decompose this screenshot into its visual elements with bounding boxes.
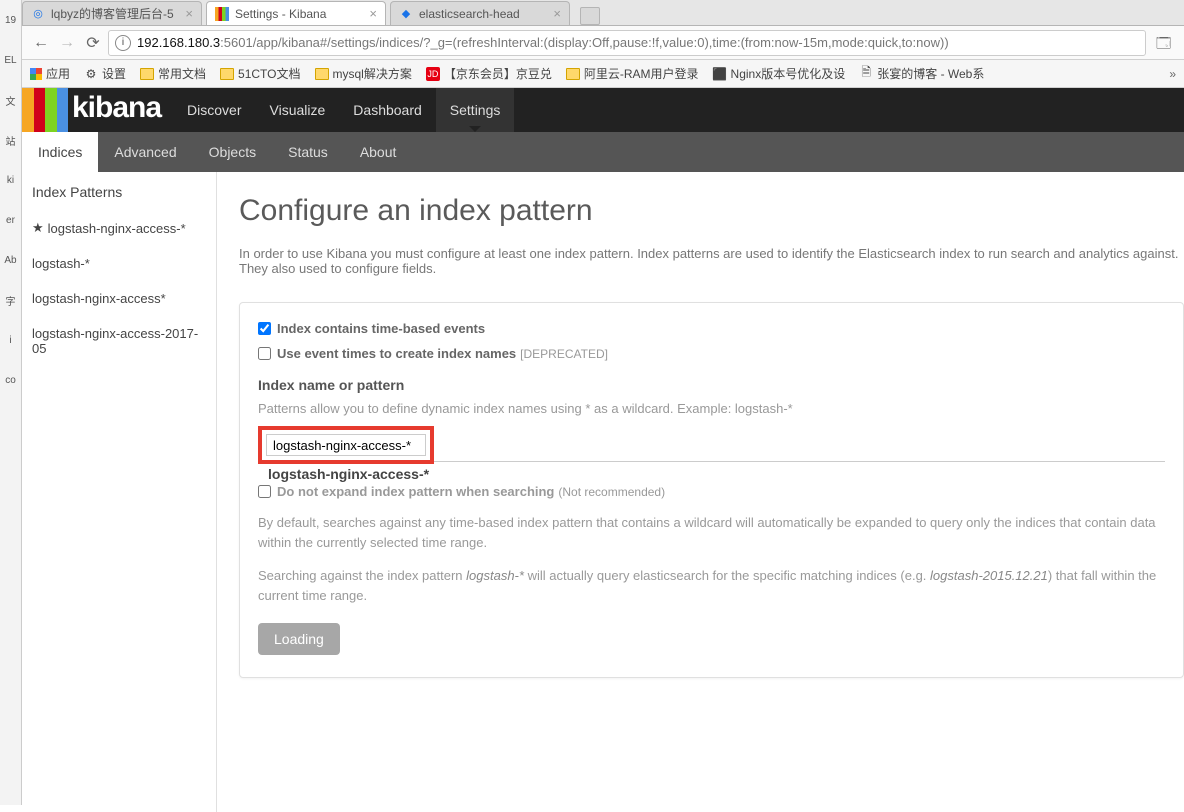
kibana-logo-bars-icon (22, 88, 68, 132)
strip-item: co (0, 360, 21, 400)
sidebar-header: Index Patterns (22, 172, 216, 210)
bookmark-item[interactable]: ⬛Nginx版本号优化及设 (713, 65, 846, 82)
bookmark-item[interactable]: 常用文档 (140, 65, 206, 82)
index-name-input[interactable] (266, 434, 426, 456)
gear-icon: ⚙ (84, 67, 98, 81)
jd-icon: JD (426, 67, 440, 81)
settings-subnav: Indices Advanced Objects Status About (22, 132, 1184, 172)
close-tab-icon[interactable]: × (185, 6, 193, 21)
kibana-nav: Discover Visualize Dashboard Settings (173, 88, 514, 132)
event-times-checkbox[interactable] (258, 347, 271, 360)
page-icon: 🗎 (859, 67, 873, 81)
subnav-indices[interactable]: Indices (22, 132, 98, 172)
nav-discover[interactable]: Discover (173, 88, 255, 132)
nav-visualize[interactable]: Visualize (256, 88, 340, 132)
strip-item: 字 (0, 280, 21, 320)
browser-tabstrip: ◎ lqbyz的博客管理后台-5 × Settings - Kibana × ◆… (22, 0, 1184, 26)
folder-icon (315, 67, 329, 81)
kibana-main: Configure an index pattern In order to u… (217, 172, 1184, 812)
strip-item: 文 (0, 80, 21, 120)
tab-title: elasticsearch-head (419, 7, 547, 21)
subnav-objects[interactable]: Objects (193, 132, 272, 172)
sidebar-item[interactable]: ★logstash-nginx-access-* (22, 210, 216, 246)
page-intro: In order to use Kibana you must configur… (239, 246, 1184, 276)
browser-tab[interactable]: Settings - Kibana × (206, 1, 386, 25)
folder-icon (220, 67, 234, 81)
help-paragraph-2: Searching against the index pattern logs… (258, 566, 1165, 605)
url-path: /app/kibana#/settings/indices/?_g=(refre… (253, 35, 949, 50)
close-tab-icon[interactable]: × (553, 6, 561, 21)
index-suggestion[interactable]: logstash-nginx-access-* (268, 466, 1165, 482)
subnav-status[interactable]: Status (272, 132, 344, 172)
time-based-checkbox[interactable] (258, 322, 271, 335)
browser-tab[interactable]: ◎ lqbyz的博客管理后台-5 × (22, 1, 202, 25)
forward-button[interactable]: → (56, 32, 78, 54)
sidebar-item[interactable]: logstash-nginx-access* (22, 281, 216, 316)
site-info-icon[interactable]: i (115, 35, 131, 51)
tab-title: lqbyz的博客管理后台-5 (51, 5, 179, 22)
back-button[interactable]: ← (30, 32, 52, 54)
close-tab-icon[interactable]: × (369, 6, 377, 21)
kibana-body: Index Patterns ★logstash-nginx-access-* … (22, 172, 1184, 812)
url-host: 192.168.180.3 (137, 35, 220, 50)
reload-button[interactable]: ⟳ (82, 32, 104, 54)
new-tab-button[interactable] (580, 7, 600, 25)
folder-icon (140, 67, 154, 81)
translate-icon[interactable]: 🗔 (1156, 33, 1176, 53)
star-icon: ★ (32, 220, 44, 236)
page-title: Configure an index pattern (239, 194, 1184, 228)
index-pattern-form: Index contains time-based events Use eve… (239, 302, 1184, 678)
loading-button[interactable]: Loading (258, 623, 340, 655)
index-name-hint: Patterns allow you to define dynamic ind… (258, 401, 1165, 416)
kibana-logo[interactable]: kibana (22, 88, 173, 132)
strip-item: 站 (0, 120, 21, 160)
strip-item: EL (0, 40, 21, 80)
address-bar[interactable]: i 192.168.180.3:5601/app/kibana#/setting… (108, 30, 1146, 56)
sidebar-item[interactable]: logstash-nginx-access-2017-05 (22, 316, 216, 366)
index-name-label: Index name or pattern (258, 377, 1165, 393)
strip-item: i (0, 320, 21, 360)
left-window-strip: 19 EL 文 站 ki er Ab 字 i co (0, 0, 22, 805)
favicon-icon (215, 7, 229, 21)
strip-item: Ab (0, 240, 21, 280)
kibana-logo-text: kibana (72, 91, 161, 125)
tab-title: Settings - Kibana (235, 7, 363, 21)
index-name-input-highlight (258, 426, 434, 464)
bookmarks-overflow-icon[interactable]: » (1169, 67, 1176, 81)
subnav-advanced[interactable]: Advanced (98, 132, 192, 172)
nav-settings[interactable]: Settings (436, 88, 515, 132)
bookmark-item[interactable]: 阿里云-RAM用户登录 (566, 65, 699, 82)
browser-tab[interactable]: ◆ elasticsearch-head × (390, 1, 570, 25)
bookmark-item[interactable]: mysql解决方案 (315, 65, 412, 82)
bookmark-apps[interactable]: 应用 (30, 65, 70, 82)
index-patterns-sidebar: Index Patterns ★logstash-nginx-access-* … (22, 172, 217, 812)
bookmark-item[interactable]: 51CTO文档 (220, 65, 300, 82)
folder-icon (566, 67, 580, 81)
subnav-about[interactable]: About (344, 132, 413, 172)
checkbox-no-expand[interactable]: Do not expand index pattern when searchi… (258, 484, 1165, 499)
apps-icon (30, 68, 42, 80)
kibana-header: kibana Discover Visualize Dashboard Sett… (22, 88, 1184, 132)
bookmark-item[interactable]: 🗎张宴的博客 - Web系 (859, 65, 984, 82)
bookmarks-bar: 应用 ⚙设置 常用文档 51CTO文档 mysql解决方案 JD【京东会员】京豆… (22, 60, 1184, 88)
nginx-icon: ⬛ (713, 67, 727, 81)
nav-dashboard[interactable]: Dashboard (339, 88, 436, 132)
no-expand-checkbox[interactable] (258, 485, 271, 498)
strip-item: 19 (0, 0, 21, 40)
checkbox-event-times[interactable]: Use event times to create index names [D… (258, 346, 1165, 361)
favicon-icon: ◎ (31, 7, 45, 21)
sidebar-item[interactable]: logstash-* (22, 246, 216, 281)
bookmark-item[interactable]: JD【京东会员】京豆兑 (426, 65, 552, 82)
url-port: :5601 (220, 35, 253, 50)
browser-toolbar: ← → ⟳ i 192.168.180.3:5601/app/kibana#/s… (22, 26, 1184, 60)
checkbox-time-based[interactable]: Index contains time-based events (258, 321, 1165, 336)
bookmark-item[interactable]: ⚙设置 (84, 65, 126, 82)
strip-item: er (0, 200, 21, 240)
help-paragraph-1: By default, searches against any time-ba… (258, 513, 1165, 552)
favicon-icon: ◆ (399, 7, 413, 21)
strip-item: ki (0, 160, 21, 200)
